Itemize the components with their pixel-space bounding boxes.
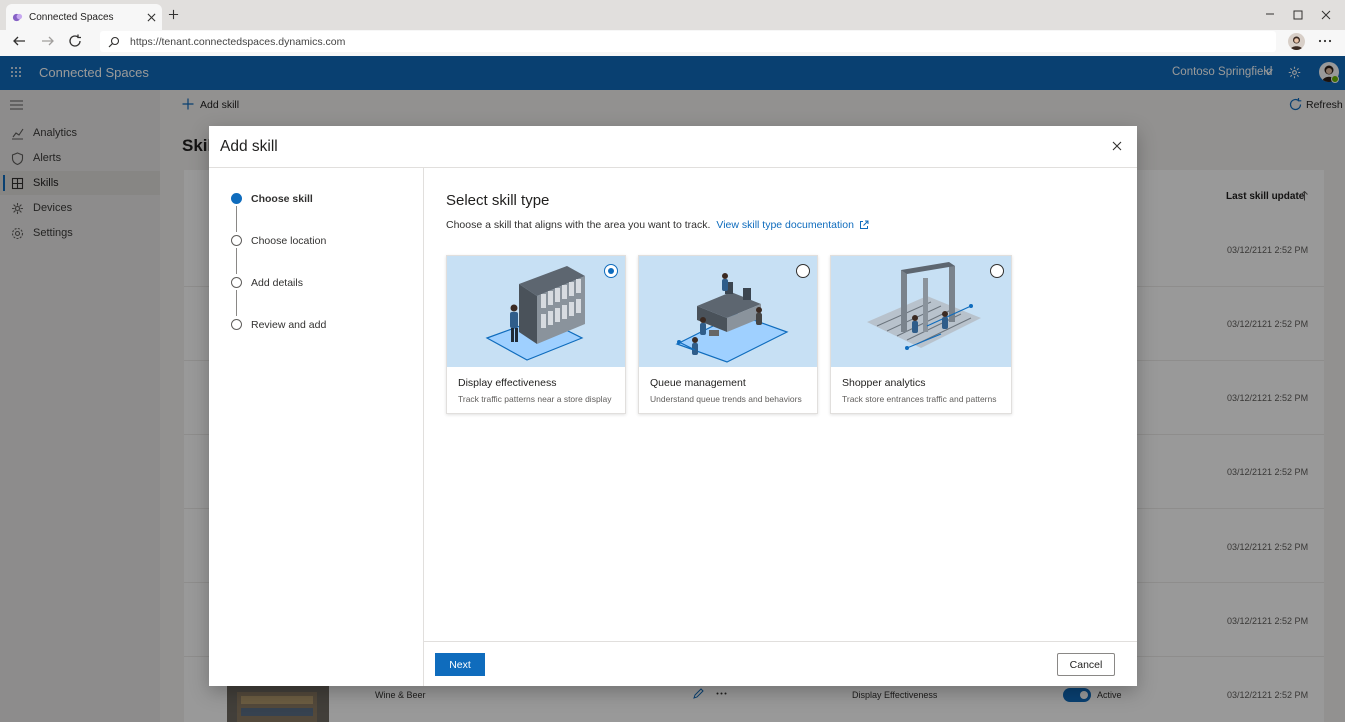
browser-tab-title: Connected Spaces xyxy=(29,11,114,23)
browser-profile-avatar[interactable] xyxy=(1288,33,1305,50)
skill-card-description: Understand queue trends and behaviors xyxy=(650,394,802,404)
display-effectiveness-illustration xyxy=(447,256,625,367)
skill-card-description: Track traffic patterns near a store disp… xyxy=(458,394,612,404)
dialog-footer-divider xyxy=(424,641,1137,642)
minimize-icon[interactable] xyxy=(1265,9,1275,19)
documentation-link[interactable]: View skill type documentation xyxy=(716,219,854,231)
url-text: https://tenant.connectedspaces.dynamics.… xyxy=(130,35,346,48)
step-connector xyxy=(236,248,237,274)
section-subtitle: Choose a skill that aligns with the area… xyxy=(446,219,711,231)
window-close-icon[interactable] xyxy=(1321,10,1331,20)
step-connector xyxy=(236,290,237,316)
step-indicator xyxy=(231,235,242,246)
close-icon[interactable] xyxy=(1112,141,1122,151)
address-bar[interactable]: https://tenant.connectedspaces.dynamics.… xyxy=(100,31,1276,52)
new-tab-icon[interactable] xyxy=(168,9,179,20)
dialog-header-divider xyxy=(209,167,1137,168)
step-choose-skill[interactable]: Choose skill xyxy=(251,193,313,205)
step-review-and-add[interactable]: Review and add xyxy=(251,319,326,331)
next-button[interactable]: Next xyxy=(435,653,485,676)
skill-card-title: Queue management xyxy=(650,377,746,389)
app-favicon-icon xyxy=(12,12,23,23)
browser-tab-strip xyxy=(0,0,1345,30)
skill-card-shopper-analytics[interactable]: Shopper analytics Track store entrances … xyxy=(830,255,1012,414)
skill-card-display-effectiveness[interactable]: Display effectiveness Track traffic patt… xyxy=(446,255,626,414)
shopper-analytics-illustration xyxy=(831,256,1011,367)
step-indicator xyxy=(231,277,242,288)
skill-card-description: Track store entrances traffic and patter… xyxy=(842,394,997,404)
cancel-button[interactable]: Cancel xyxy=(1057,653,1115,676)
reload-icon[interactable] xyxy=(68,34,82,48)
section-heading: Select skill type xyxy=(446,192,550,209)
close-tab-icon[interactable] xyxy=(147,13,156,22)
skill-card-title: Shopper analytics xyxy=(842,377,926,389)
radio-queue-management[interactable] xyxy=(796,264,810,278)
dialog-title: Add skill xyxy=(220,138,278,155)
search-icon xyxy=(108,36,120,48)
step-connector xyxy=(236,206,237,232)
skill-card-title: Display effectiveness xyxy=(458,377,557,389)
browser-tab[interactable]: Connected Spaces xyxy=(6,4,162,30)
queue-management-illustration xyxy=(639,256,817,367)
section-subtitle-row: Choose a skill that aligns with the area… xyxy=(446,219,869,231)
maximize-icon[interactable] xyxy=(1293,10,1303,20)
radio-display-effectiveness[interactable] xyxy=(604,264,618,278)
step-add-details[interactable]: Add details xyxy=(251,277,303,289)
step-indicator-current xyxy=(231,193,242,204)
more-options-icon[interactable] xyxy=(1318,39,1332,43)
external-link-icon[interactable] xyxy=(859,220,869,230)
back-icon[interactable] xyxy=(12,34,26,48)
skill-card-queue-management[interactable]: Queue management Understand queue trends… xyxy=(638,255,818,414)
step-choose-location[interactable]: Choose location xyxy=(251,235,326,247)
radio-shopper-analytics[interactable] xyxy=(990,264,1004,278)
step-indicator xyxy=(231,319,242,330)
steps-divider xyxy=(423,168,424,686)
forward-icon[interactable] xyxy=(41,34,55,48)
